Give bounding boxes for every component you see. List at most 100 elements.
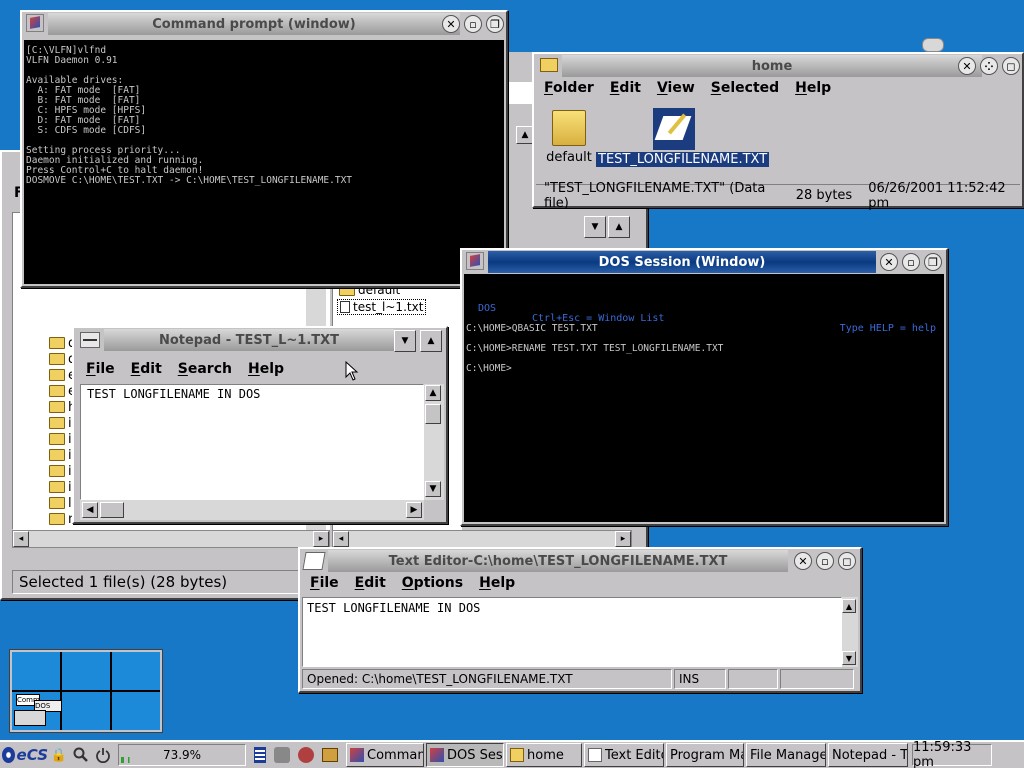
task-button-file-manager[interactable]: File Manager	[746, 743, 826, 767]
notepad-hscroll[interactable]: ◀ ▶	[80, 500, 424, 520]
minimize-button[interactable]: ▼	[394, 330, 416, 352]
editor-vscroll[interactable]: ▲ ▼	[842, 597, 858, 667]
close-button[interactable]: ✕	[794, 552, 812, 570]
folder-icon	[49, 417, 65, 429]
system-menu-icon[interactable]	[80, 332, 100, 348]
scroll-down-button[interactable]: ▼	[842, 651, 856, 665]
text-editor-icon[interactable]	[302, 552, 326, 570]
menu-file[interactable]: File	[310, 575, 339, 591]
fm-scroll-up-button[interactable]: ▲	[608, 216, 630, 238]
folder-icon	[49, 337, 65, 349]
clock[interactable]: 11:59:33 pm	[912, 740, 992, 768]
notepad-text-area[interactable]: TEST LONGFILENAME IN DOS	[80, 384, 424, 500]
dos-hint-bar: DOS Ctrl+Esc = Window List Type HELP = h…	[464, 294, 944, 334]
system-menu-icon[interactable]	[466, 252, 484, 270]
maximize-button[interactable]: ◻	[1002, 57, 1020, 75]
desktop-object-icon[interactable]	[922, 38, 944, 52]
folder-icon	[49, 449, 65, 461]
minimize-button[interactable]: ▫	[816, 552, 834, 570]
tree-scroll-right[interactable]: ▸	[313, 531, 329, 547]
tool-icon[interactable]	[318, 748, 342, 762]
text-file-icon	[653, 108, 695, 150]
maximize-button[interactable]: ❐	[924, 253, 942, 271]
files-hscroll[interactable]: ◂ ▸	[332, 530, 632, 548]
command-output[interactable]: [C:\VLFN]vlfnd VLFN Daemon 0.91 Available …	[24, 40, 504, 284]
cpu-monitor[interactable]: 73.9%	[118, 744, 246, 766]
menu-search[interactable]: Search	[178, 361, 232, 377]
window-title[interactable]: home	[562, 55, 982, 77]
files-scroll-right[interactable]: ▸	[615, 531, 631, 547]
task-button-notepad[interactable]: Notepad - TE	[828, 743, 908, 767]
close-button[interactable]: ✕	[442, 15, 460, 33]
tree-hscroll[interactable]: ◂ ▸	[12, 530, 330, 548]
fm-scroll-down-button[interactable]: ▼	[584, 216, 606, 238]
tree-scroll-left[interactable]: ◂	[13, 531, 29, 547]
notepad-window: Notepad - TEST_L~1.TXT ▼ ▲ File Edit Sea…	[72, 326, 448, 524]
menu-view[interactable]: View	[657, 80, 695, 96]
task-button-dos[interactable]: DOS Sess	[426, 743, 504, 767]
window-title[interactable]: Notepad - TEST_L~1.TXT	[104, 329, 394, 351]
task-button-home[interactable]: home	[506, 743, 582, 767]
menu-selected[interactable]: Selected	[711, 80, 779, 96]
lock-icon[interactable]: 🔒	[48, 743, 70, 767]
menu-edit[interactable]: Edit	[131, 361, 162, 377]
folder-icon	[49, 465, 65, 477]
desktop-pager[interactable]: Comm DOS	[9, 649, 163, 733]
menu-edit[interactable]: Edit	[355, 575, 386, 591]
task-button-text-editor[interactable]: Text Edito	[584, 743, 664, 767]
task-button-command[interactable]: Comman	[346, 743, 424, 767]
tool-icon[interactable]	[294, 747, 318, 763]
scroll-down-button[interactable]: ▼	[425, 481, 441, 497]
window-title[interactable]: Command prompt (window)	[48, 13, 460, 35]
home-icon-area[interactable]: default TEST_LONGFILENAME.TXT	[536, 102, 1020, 182]
cpu-usage-text: 73.9%	[162, 748, 202, 762]
scroll-up-button[interactable]: ▲	[842, 599, 856, 613]
menu-help[interactable]: Help	[795, 80, 831, 96]
console-line: C:\HOME>	[466, 363, 512, 374]
editor-status-blank2	[780, 669, 854, 689]
console-line: DOSMOVE C:\HOME\TEST.TXT -> C:\HOME\TEST…	[26, 175, 353, 186]
task-button-program-manager[interactable]: Program Mar	[666, 743, 744, 767]
folder-icon	[49, 433, 65, 445]
ecs-logo-icon[interactable]: eCS	[2, 743, 48, 767]
search-icon[interactable]	[70, 743, 92, 767]
minimize-button[interactable]: ▫	[464, 15, 482, 33]
close-button[interactable]: ✕	[958, 57, 976, 75]
dos-console[interactable]: DOS Ctrl+Esc = Window List Type HELP = h…	[464, 274, 944, 522]
editor-text-area[interactable]: TEST LONGFILENAME IN DOS	[302, 597, 842, 667]
window-title[interactable]: Text Editor-C:\home\TEST_LONGFILENAME.TX…	[328, 550, 788, 572]
file-item-test-longfilename[interactable]: TEST_LONGFILENAME.TXT	[596, 108, 770, 167]
files-scroll-left[interactable]: ◂	[333, 531, 349, 547]
tool-icon[interactable]	[270, 747, 294, 763]
hide-button[interactable]: ⁘	[980, 57, 998, 75]
scroll-thumb[interactable]	[100, 502, 124, 518]
menu-help[interactable]: Help	[479, 575, 515, 591]
folder-icon	[49, 369, 65, 381]
file-item-test[interactable]: test_l~1.txt	[337, 299, 427, 315]
system-menu-icon[interactable]	[26, 14, 44, 32]
window-list-icon[interactable]	[250, 747, 270, 763]
folder-item-default[interactable]: default	[544, 110, 594, 165]
home-status-bar: "TEST_LONGFILENAME.TXT" (Data file) 28 b…	[536, 181, 1020, 211]
scroll-right-button[interactable]: ▶	[406, 502, 422, 518]
scroll-left-button[interactable]: ◀	[82, 502, 98, 518]
window-title[interactable]: DOS Session (Window)	[488, 251, 876, 273]
menu-help[interactable]: Help	[248, 361, 284, 377]
menu-edit[interactable]: Edit	[610, 80, 641, 96]
folder-icon[interactable]	[540, 58, 558, 72]
maximize-button[interactable]: ❐	[486, 15, 504, 33]
console-line: C:\HOME>RENAME TEST.TXT TEST_LONGFILENAM…	[466, 343, 724, 354]
menu-file[interactable]: File	[86, 361, 115, 377]
minimize-button[interactable]: ▫	[902, 253, 920, 271]
close-button[interactable]: ✕	[880, 253, 898, 271]
maximize-button[interactable]: ◻	[838, 552, 856, 570]
menu-options[interactable]: Options	[402, 575, 463, 591]
mouse-pointer-icon	[345, 361, 359, 381]
maximize-button[interactable]: ▲	[420, 330, 442, 352]
scroll-up-button[interactable]: ▲	[425, 385, 441, 401]
power-icon[interactable]	[92, 743, 114, 767]
scroll-thumb[interactable]	[425, 404, 441, 424]
notepad-vscroll[interactable]: ▲ ▼	[424, 384, 444, 500]
editor-menu-bar: File Edit Options Help	[310, 571, 531, 595]
menu-folder[interactable]: Folder	[544, 80, 594, 96]
